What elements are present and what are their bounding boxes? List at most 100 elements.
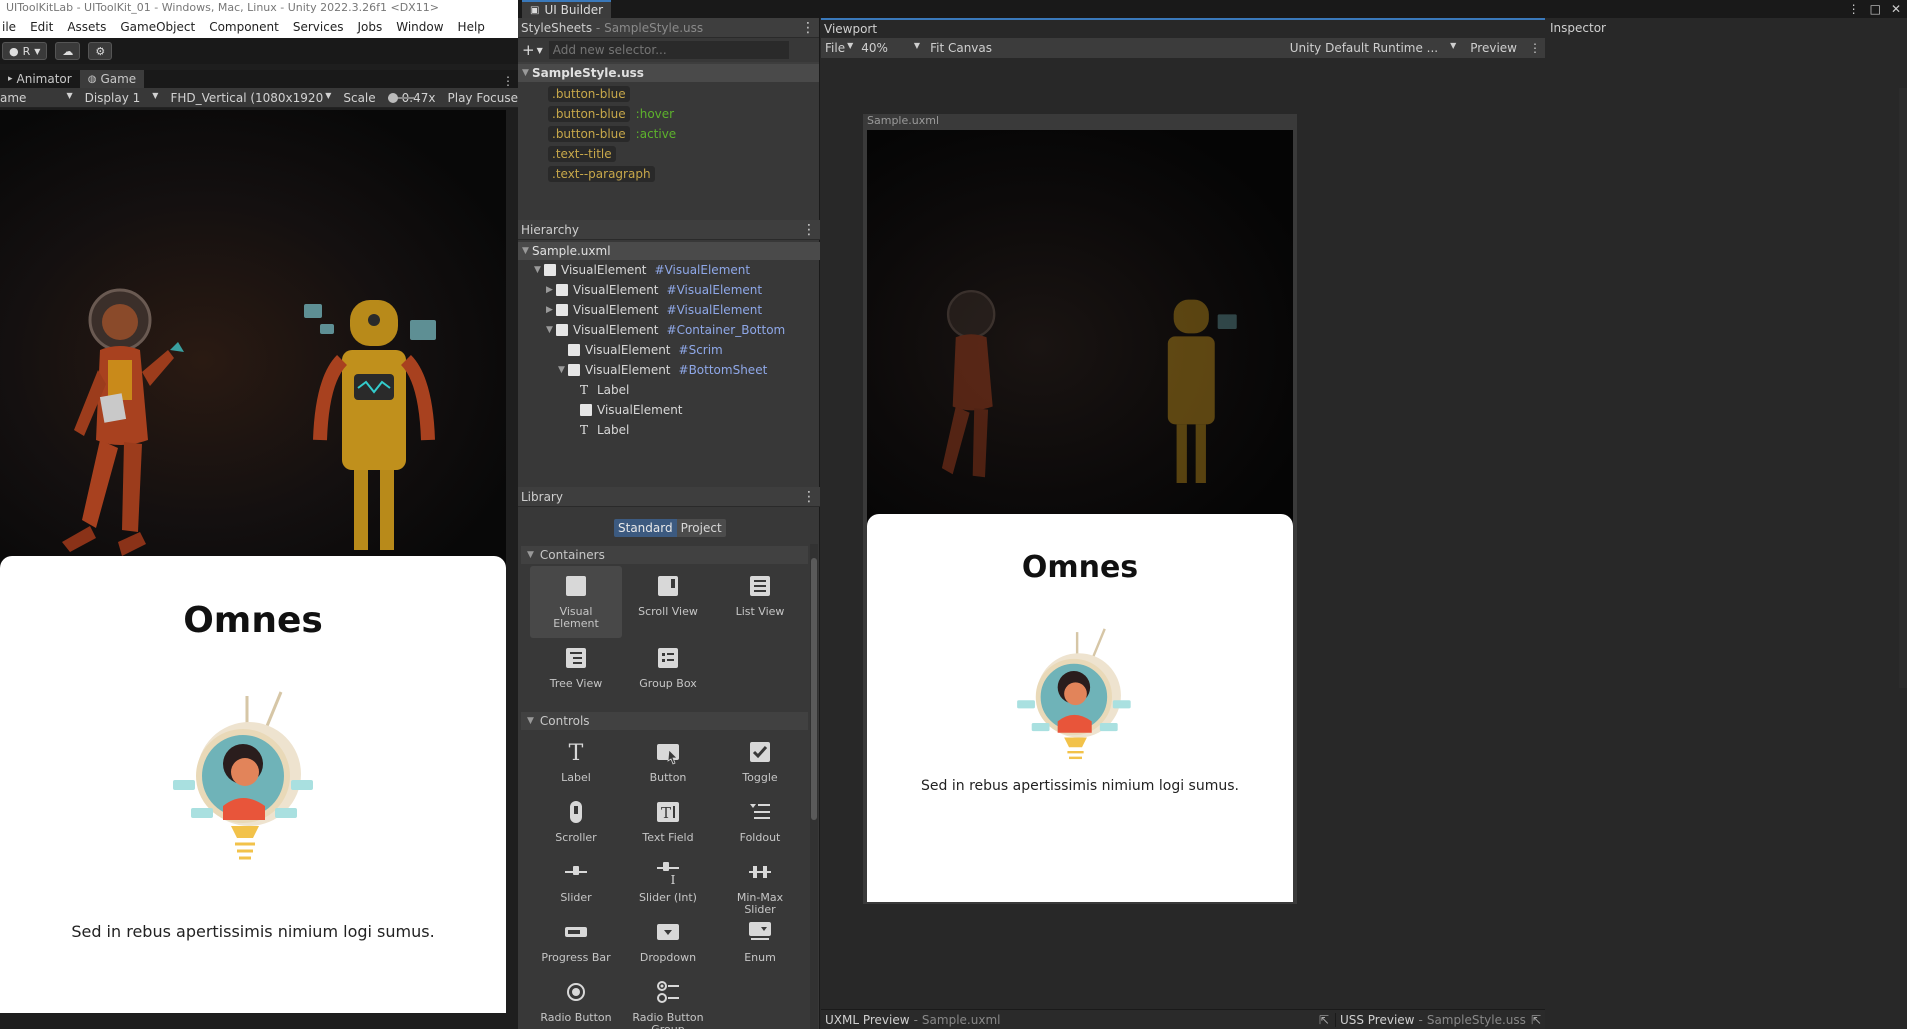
preview-button[interactable]: Preview: [1462, 41, 1525, 55]
hierarchy-item[interactable]: ▶ VisualElement #VisualElement: [518, 300, 820, 320]
library-item-label: List View: [735, 605, 785, 618]
controls-category[interactable]: ▼ Controls: [521, 712, 808, 730]
library-item-scroll-view[interactable]: Scroll View: [622, 566, 714, 638]
library-item-list-view[interactable]: List View: [714, 566, 806, 638]
services-button[interactable]: ⚙: [88, 42, 113, 60]
library-item-scroller[interactable]: Scroller: [530, 792, 622, 852]
scroller-icon: [562, 798, 590, 826]
menu-component[interactable]: Component: [209, 20, 279, 34]
selector-item[interactable]: .text--paragraph: [548, 164, 819, 184]
element-id: #VisualElement: [666, 283, 763, 297]
library-item-foldout[interactable]: Foldout: [714, 792, 806, 852]
hierarchy-item[interactable]: ▼ VisualElement #Container_Bottom: [518, 320, 820, 340]
library-item-min-max-slider[interactable]: Min-Max Slider: [714, 852, 806, 916]
menu-services[interactable]: Services: [293, 20, 344, 34]
element-id: #Scrim: [678, 343, 723, 357]
library-item-toggle[interactable]: Toggle: [714, 732, 806, 792]
hierarchy-item[interactable]: T Label: [518, 420, 820, 440]
hierarchy-item[interactable]: ▼ VisualElement #BottomSheet: [518, 360, 820, 380]
library-menu-icon[interactable]: ⋮: [802, 490, 816, 504]
chevron-down-icon[interactable]: ▼: [534, 265, 544, 275]
chevron-right-icon[interactable]: ▶: [546, 305, 556, 315]
chevron-down-icon: ▼: [522, 68, 529, 78]
uxml-preview-toggle[interactable]: UXML Preview - Sample.uxml: [821, 1013, 1319, 1027]
library-item-label[interactable]: T Label: [530, 732, 622, 792]
chevron-right-icon[interactable]: ▶: [546, 285, 556, 295]
library-item-group-box[interactable]: Group Box: [622, 638, 714, 710]
account-button[interactable]: ● R ▼: [2, 42, 48, 60]
tree-view-icon: [562, 644, 590, 672]
menu-edit[interactable]: Edit: [30, 20, 53, 34]
visual-element-icon: [556, 324, 568, 336]
menu-gameobject[interactable]: GameObject: [120, 20, 195, 34]
library-item-label: Enum: [744, 951, 776, 964]
menu-file[interactable]: ile: [2, 20, 16, 34]
library-item-enum[interactable]: Enum: [714, 912, 806, 972]
selector-item[interactable]: .text--title: [548, 144, 819, 164]
hierarchy-item[interactable]: ▼ VisualElement #VisualElement: [518, 260, 820, 280]
file-menu[interactable]: File ▼: [821, 41, 857, 55]
inspector-scrollbar[interactable]: [1899, 88, 1907, 688]
maximize-icon[interactable]: □: [1870, 2, 1881, 16]
cloud-button[interactable]: ☁: [55, 42, 81, 60]
library-item-radio-button[interactable]: Radio Button: [530, 972, 622, 1029]
external-link-icon[interactable]: ⇱: [1531, 1013, 1545, 1027]
zoom-dropdown[interactable]: 40% ▼: [857, 41, 924, 55]
gamepad-icon: ◍: [87, 73, 97, 85]
tab-project[interactable]: Project: [676, 519, 726, 537]
hierarchy-root[interactable]: ▼ Sample.uxml: [518, 242, 820, 260]
library-item-radio-button-group[interactable]: Radio Button Group: [622, 972, 714, 1029]
uss-preview-toggle[interactable]: USS Preview - SampleStyle.uss: [1334, 1012, 1531, 1027]
library-item-progress-bar[interactable]: Progress Bar: [530, 912, 622, 972]
tab-standard[interactable]: Standard: [614, 519, 677, 537]
library-item-visual-element[interactable]: Visual Element: [530, 566, 622, 638]
canvas-bottom-sheet[interactable]: Omnes Sed in rebus apertissimis nimium l…: [867, 514, 1293, 902]
hierarchy-menu-icon[interactable]: ⋮: [802, 223, 816, 237]
hierarchy-item[interactable]: VisualElement #Scrim: [518, 340, 820, 360]
chevron-down-icon[interactable]: ▼: [558, 365, 568, 375]
resolution-dropdown[interactable]: FHD_Vertical (1080x1920 ▼: [170, 91, 331, 105]
scale-slider[interactable]: [387, 92, 414, 103]
library-item-button[interactable]: Button: [622, 732, 714, 792]
hierarchy-item[interactable]: T Label: [518, 380, 820, 400]
add-stylesheet-button[interactable]: + ▼: [522, 41, 543, 59]
add-selector-input[interactable]: [548, 41, 789, 59]
tab-animator[interactable]: ▸ Animator: [0, 70, 80, 88]
view-mode-dropdown[interactable]: ame ▼: [0, 91, 73, 105]
tab-game[interactable]: ◍ Game: [79, 70, 145, 88]
canvas[interactable]: Omnes Sed in rebus apertissimis nimium l…: [867, 130, 1293, 902]
library-item-text-field[interactable]: T Text Field: [622, 792, 714, 852]
hierarchy-item[interactable]: ▶ VisualElement #VisualElement: [518, 280, 820, 300]
selector-item[interactable]: .button-blue: [548, 84, 819, 104]
menu-jobs[interactable]: Jobs: [357, 20, 382, 34]
tab-ui-builder[interactable]: ▣ UI Builder: [522, 0, 612, 18]
viewport-menu-icon[interactable]: ⋮: [1525, 41, 1545, 55]
hierarchy-header: Hierarchy ⋮: [518, 220, 820, 240]
library-item-slider[interactable]: Slider: [530, 852, 622, 912]
selector-item[interactable]: .button-blue:active: [548, 124, 819, 144]
library-scrollbar[interactable]: [810, 544, 818, 1029]
chevron-down-icon[interactable]: ▼: [546, 325, 556, 335]
containers-category[interactable]: ▼ Containers: [521, 546, 808, 564]
stylesheets-menu-icon[interactable]: ⋮: [801, 21, 815, 35]
scale-label: Scale: [343, 90, 376, 105]
hierarchy-item[interactable]: VisualElement: [518, 400, 820, 420]
menu-window[interactable]: Window: [396, 20, 443, 34]
library-item-dropdown[interactable]: Dropdown: [622, 912, 714, 972]
library-item-slider-int[interactable]: I Slider (Int): [622, 852, 714, 912]
text-field-icon: T: [654, 798, 682, 826]
menu-icon[interactable]: ⋮: [1848, 2, 1860, 16]
library-item-tree-view[interactable]: Tree View: [530, 638, 622, 710]
selector-item[interactable]: .button-blue:hover: [548, 104, 819, 124]
tab-menu-icon[interactable]: ⋮: [502, 74, 518, 88]
close-icon[interactable]: ✕: [1891, 2, 1901, 16]
external-link-icon[interactable]: ⇱: [1319, 1013, 1335, 1027]
stylesheet-root[interactable]: ▼ SampleStyle.uss: [518, 64, 819, 82]
play-focus-dropdown[interactable]: Play Focuse: [448, 91, 519, 105]
display-dropdown[interactable]: Display 1 ▼: [85, 91, 159, 105]
theme-dropdown[interactable]: Unity Default Runtime ... ▼: [1284, 41, 1463, 55]
fit-canvas-button[interactable]: Fit Canvas: [924, 41, 998, 55]
game-view[interactable]: Omnes Sed in rebus apertissimis nimium l…: [0, 110, 506, 1013]
menu-assets[interactable]: Assets: [67, 20, 106, 34]
menu-help[interactable]: Help: [458, 20, 485, 34]
